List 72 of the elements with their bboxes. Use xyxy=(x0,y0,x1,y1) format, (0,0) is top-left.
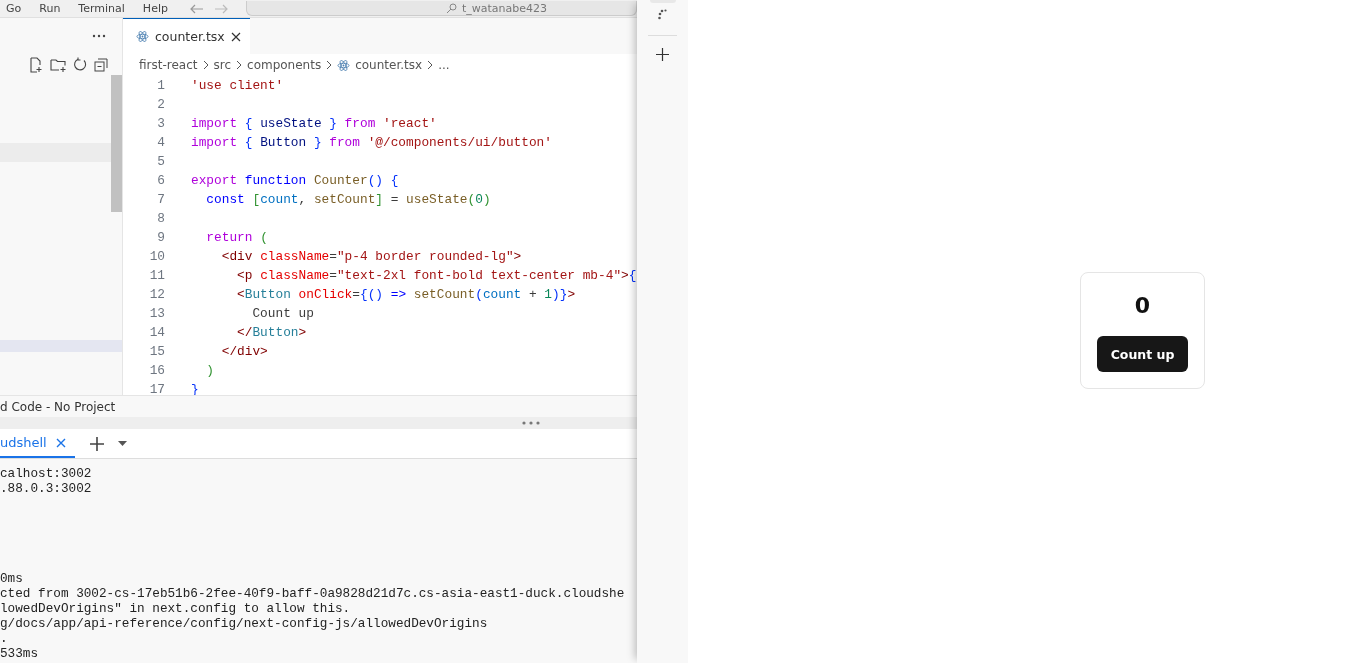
search-field[interactable]: t_watanabe423 xyxy=(245,1,637,16)
menu-item[interactable]: Terminal xyxy=(78,2,125,15)
line-number: 1 xyxy=(156,78,165,93)
terminal-output-line: . xyxy=(0,631,9,646)
close-icon[interactable] xyxy=(230,31,241,42)
line-number: 11 xyxy=(148,268,165,283)
search-icon xyxy=(445,2,457,14)
editor-tab[interactable]: counter.tsx xyxy=(123,18,250,54)
react-atom-icon xyxy=(337,58,351,72)
line-number: 16 xyxy=(148,363,165,378)
line-number: 6 xyxy=(156,173,165,188)
line-number: 5 xyxy=(156,154,165,169)
status-text: d Code - No Project xyxy=(0,399,116,414)
chevron-icon xyxy=(427,60,434,70)
collapse-all-icon[interactable] xyxy=(94,57,108,72)
more-icon[interactable] xyxy=(92,34,106,38)
line-number: 13 xyxy=(148,306,165,321)
dotted-arc-icon[interactable] xyxy=(657,9,668,21)
code-line: } xyxy=(191,382,199,395)
chevron-icon xyxy=(326,60,333,70)
terminal-output-line: 0ms xyxy=(0,571,24,586)
code-line: <p className="text-2xl font-bold text-center mb-4">{ xyxy=(236,268,637,283)
react-atom-icon xyxy=(136,30,149,43)
code-line: import { Button } from '@/components/ui/button' xyxy=(191,135,552,150)
code-line: const [count, setCount] = useState(0) xyxy=(205,192,491,207)
code-line: import { useState } from 'react' xyxy=(191,116,437,131)
code-line: return ( xyxy=(205,230,268,245)
line-number: 7 xyxy=(156,192,165,207)
code-line: Count up xyxy=(251,306,314,321)
terminal-output-line: lowedDevOrigins" in next.config to allow this. xyxy=(0,601,352,616)
terminal-output-line: .88.0.3:3002 xyxy=(0,481,93,496)
line-number: 10 xyxy=(148,249,165,264)
add-icon[interactable] xyxy=(89,436,104,451)
code-line: </Button> xyxy=(236,325,307,340)
line-number: 4 xyxy=(156,135,165,150)
dropdown-caret-icon[interactable] xyxy=(117,441,127,446)
code-line: <div className="p-4 border rounded-lg"> xyxy=(220,249,522,264)
terminal-output-line: 533ms xyxy=(0,646,40,661)
terminal-output-line: cted from 3002-cs-17eb51b6-2fee-40f9-baff-0a9828d21d7c.cs-asia-east1-duck.cloudshe xyxy=(0,586,626,601)
chevron-icon xyxy=(202,60,209,70)
code-line: <Button onClick={() => setCount(count + 1)}> xyxy=(236,287,576,302)
line-number: 17 xyxy=(148,382,165,395)
terminal-output-line: g/docs/app/api-reference/config/next-config-js/allowedDevOrigins xyxy=(0,616,489,631)
line-number: 14 xyxy=(148,325,165,340)
code-line: export function Counter() { xyxy=(191,173,399,188)
breadcrumb-item[interactable]: src xyxy=(213,58,232,72)
refresh-icon[interactable] xyxy=(73,57,88,72)
code-line: 'use client' xyxy=(191,78,284,93)
menu-item[interactable]: Help xyxy=(142,2,168,15)
breadcrumb-item[interactable]: first-react xyxy=(139,58,198,72)
new-file-icon[interactable] xyxy=(28,56,44,73)
code-line: </div> xyxy=(220,344,268,359)
chevron-icon xyxy=(236,60,243,70)
menu-item[interactable]: Run xyxy=(39,2,61,15)
breadcrumb-item[interactable]: counter.tsx xyxy=(355,58,423,72)
terminal-output-line: calhost:3002 xyxy=(0,466,93,481)
line-number: 2 xyxy=(156,97,165,112)
drag-handle-icon[interactable] xyxy=(522,421,540,425)
breadcrumb-item[interactable]: ... xyxy=(438,58,450,72)
count-value: 0 xyxy=(1134,292,1151,320)
line-number: 8 xyxy=(156,211,165,226)
count-up-button[interactable]: Count up xyxy=(1097,336,1188,372)
line-number: 3 xyxy=(156,116,165,131)
line-number: 9 xyxy=(156,230,165,245)
new-folder-icon[interactable] xyxy=(50,56,67,73)
add-icon[interactable] xyxy=(656,48,669,61)
line-number: 12 xyxy=(148,287,165,302)
scrollbar-thumb[interactable] xyxy=(111,75,122,212)
line-number: 15 xyxy=(148,344,165,359)
breadcrumb-item[interactable]: components xyxy=(247,58,322,72)
menu-item[interactable]: Go xyxy=(6,2,22,15)
code-line: ) xyxy=(205,363,215,378)
